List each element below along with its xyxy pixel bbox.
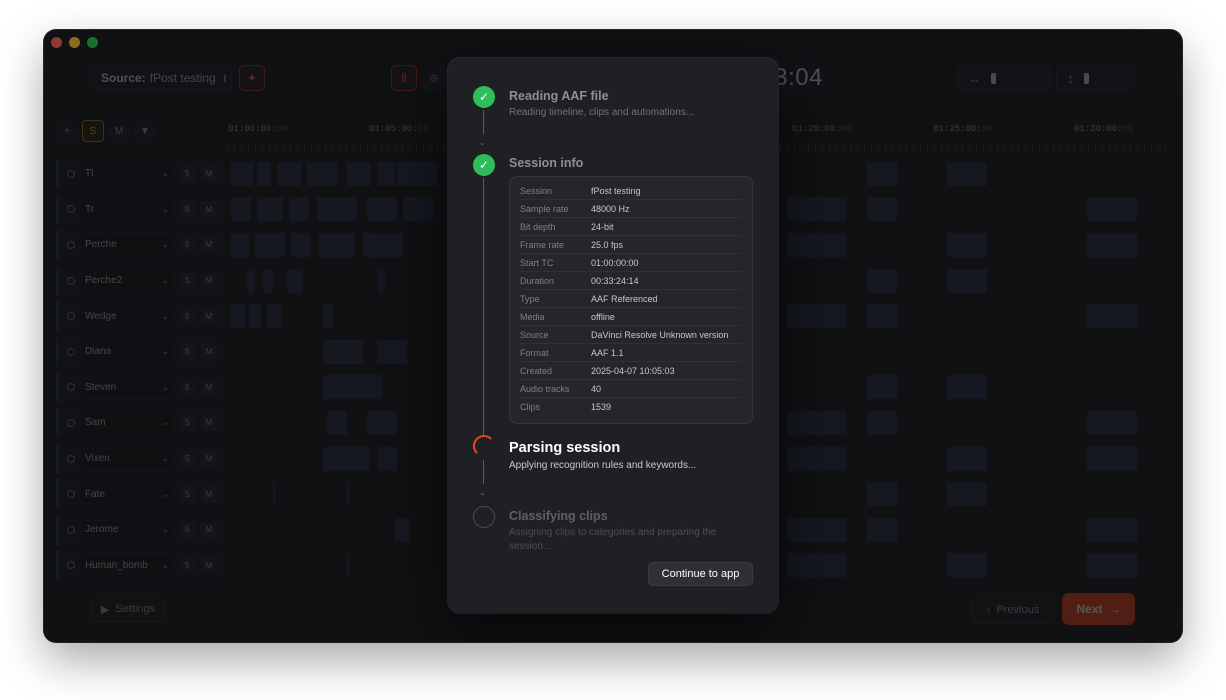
session-info-value: AAF 1.1 <box>591 347 624 358</box>
session-info-card: Session fPost testing Sample rate 48000 Hz B… <box>509 176 753 424</box>
step-subtitle-classifying: Assigning clips to categories and prepar… <box>509 527 717 552</box>
session-info-row: Duration 00:33:24:14 <box>520 272 742 290</box>
session-info-row: Clips 1539 <box>520 398 742 416</box>
chevron-down-icon: ⌄ <box>479 488 486 497</box>
step-title-classifying: Classifying clips <box>509 509 608 523</box>
step-connector <box>483 178 484 436</box>
session-info-key: Bit depth <box>520 221 556 232</box>
step-subtitle-reading: Reading timeline, clips and automations.… <box>509 107 695 118</box>
session-info-key: Audio tracks <box>520 383 570 394</box>
step-pending-icon <box>473 506 495 528</box>
app-window: Source: fPost testing ✦ ⦀ ⊕ 3:04 ↔ ↕ + S… <box>44 30 1182 642</box>
session-info-key: Sample rate <box>520 203 569 214</box>
session-info-row: Format AAF 1.1 <box>520 344 742 362</box>
step-done-check-icon: ✓ <box>473 154 495 176</box>
step-done-check-icon: ✓ <box>473 86 495 108</box>
session-info-value: AAF Referenced <box>591 293 658 304</box>
step-subtitle-parsing: Applying recognition rules and keywords.… <box>509 460 697 471</box>
session-info-value: 24-bit <box>591 221 614 232</box>
session-info-row: Media offline <box>520 308 742 326</box>
session-info-value: fPost testing <box>591 185 641 196</box>
session-info-row: Session fPost testing <box>520 182 742 200</box>
step-connector <box>483 110 484 134</box>
session-info-row: Type AAF Referenced <box>520 290 742 308</box>
session-info-row: Created 2025-04-07 10:05:03 <box>520 362 742 380</box>
session-info-row: Source DaVinci Resolve Unknown version <box>520 326 742 344</box>
session-info-key: Created <box>520 365 553 376</box>
session-info-row: Start TC 01:00:00:00 <box>520 254 742 272</box>
session-info-value: DaVinci Resolve Unknown version <box>591 329 729 340</box>
step-title-session-info: Session info <box>509 156 584 170</box>
session-info-row: Bit depth 24-bit <box>520 218 742 236</box>
session-info-value: 00:33:24:14 <box>591 275 639 286</box>
step-title-reading: Reading AAF file <box>509 89 609 103</box>
session-info-key: Media <box>520 311 545 322</box>
session-info-value: 2025-04-07 10:05:03 <box>591 365 675 376</box>
session-info-row: Sample rate 48000 Hz <box>520 200 742 218</box>
continue-to-app-button[interactable]: Continue to app <box>648 562 753 586</box>
session-info-key: Start TC <box>520 257 554 268</box>
session-info-value: 01:00:00:00 <box>591 257 639 268</box>
session-info-value: 1539 <box>591 402 612 412</box>
session-info-row: Audio tracks 40 <box>520 380 742 398</box>
session-info-key: Source <box>520 329 549 340</box>
session-info-key: Format <box>520 347 549 358</box>
session-info-value: 48000 Hz <box>591 203 630 214</box>
chevron-down-icon: ⌄ <box>479 138 486 147</box>
session-info-key: Clips <box>520 402 541 412</box>
step-connector <box>483 460 484 484</box>
loading-spinner-icon <box>473 435 495 457</box>
session-info-value: offline <box>591 311 615 322</box>
session-info-row: Frame rate 25.0 fps <box>520 236 742 254</box>
session-info-key: Duration <box>520 275 555 286</box>
session-info-value: 40 <box>591 383 602 394</box>
session-info-value: 25.0 fps <box>591 239 624 250</box>
session-info-key: Session <box>520 185 553 196</box>
session-info-key: Type <box>520 293 540 304</box>
session-info-key: Frame rate <box>520 239 565 250</box>
import-progress-modal: ✓ Reading AAF file Reading timeline, cli… <box>448 58 778 613</box>
step-title-parsing: Parsing session <box>509 440 621 456</box>
